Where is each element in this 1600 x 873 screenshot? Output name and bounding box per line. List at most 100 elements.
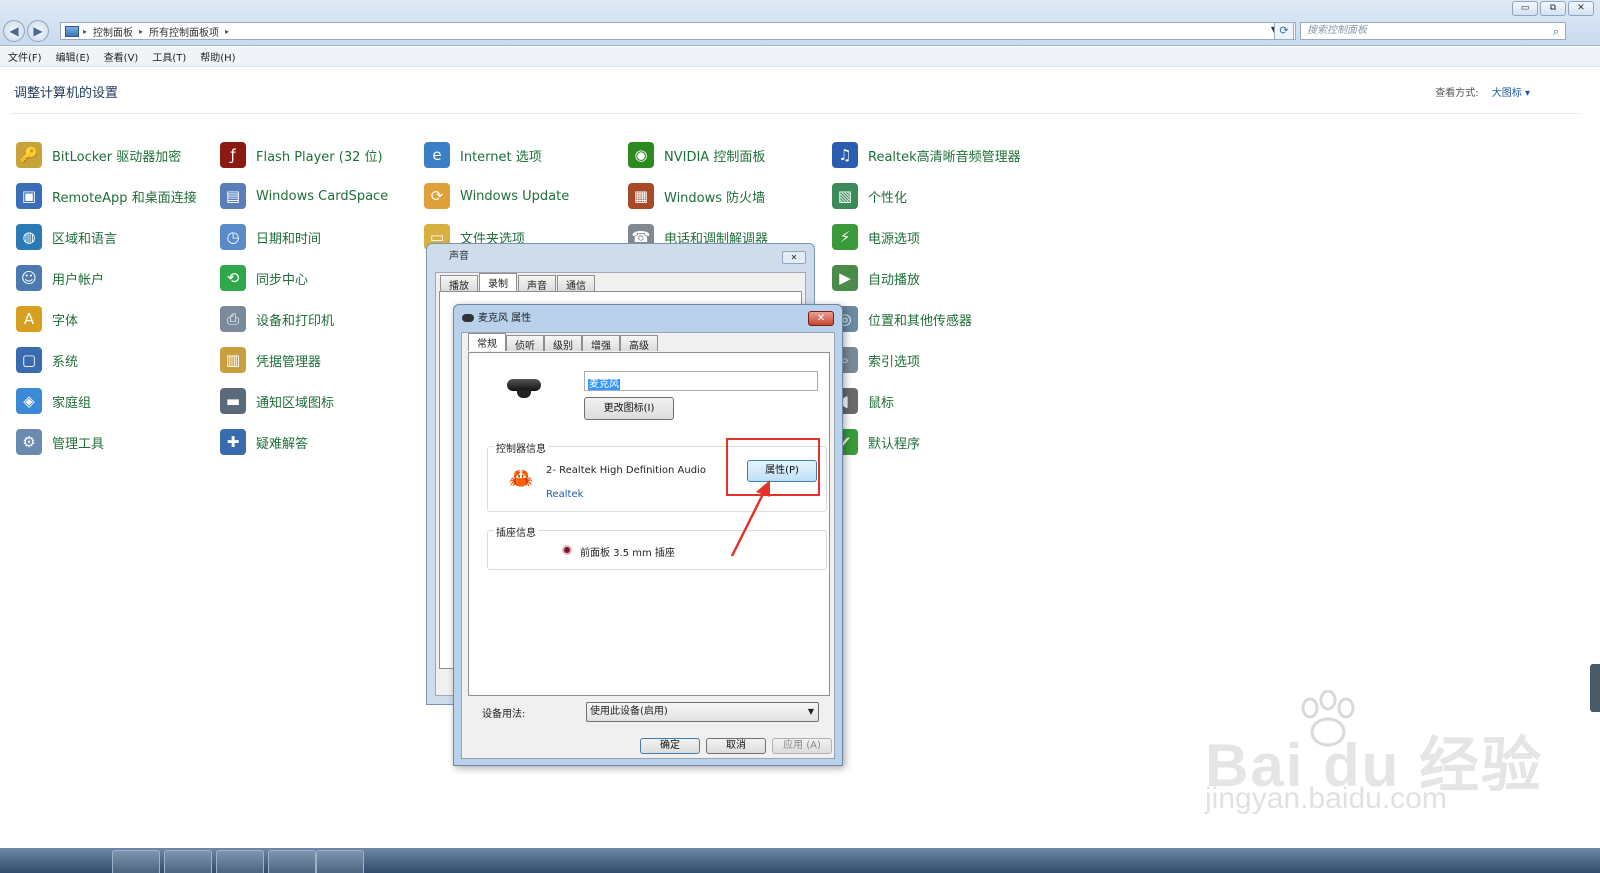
controller-vendor-link[interactable]: Realtek: [546, 489, 583, 500]
device-usage-value: 使用此设备(启用): [590, 706, 668, 717]
mic-close-button[interactable]: ✕: [808, 311, 834, 326]
cp-item-power[interactable]: ⚡ 电源选项: [832, 223, 920, 251]
taskbar-ie-icon[interactable]: [112, 850, 160, 873]
admin-tools-icon: ⚙: [16, 429, 42, 455]
tab-advanced[interactable]: 高级: [620, 335, 658, 352]
jack-label: 前面板 3.5 mm 插座: [580, 548, 675, 559]
back-button[interactable]: ◀: [3, 20, 25, 42]
tab-enhancements[interactable]: 增强: [582, 335, 620, 352]
search-input[interactable]: 搜索控制面板 ⌕: [1300, 22, 1566, 40]
cp-item-realtek-audio[interactable]: ♫ Realtek高清晰音频管理器: [832, 141, 1021, 169]
system-icon: ▢: [16, 347, 42, 373]
view-mode-dropdown[interactable]: 大图标 ▾: [1492, 88, 1530, 99]
taskbar-app-icon[interactable]: [216, 850, 264, 873]
cp-item-system[interactable]: ▢ 系统: [16, 346, 78, 374]
cp-item-remoteapp[interactable]: ▣ RemoteApp 和桌面连接: [16, 182, 197, 210]
realtek-audio-icon: ♫: [832, 142, 858, 168]
cp-item-printer[interactable]: ⎙ 设备和打印机: [220, 305, 334, 333]
cp-item-label: 凭据管理器: [256, 354, 322, 370]
cp-item-troubleshoot[interactable]: ✚ 疑难解答: [220, 428, 308, 456]
cp-item-region[interactable]: ◍ 区域和语言: [16, 223, 117, 251]
cardspace-icon: ▤: [220, 183, 246, 209]
device-usage-select[interactable]: 使用此设备(启用) ▼: [586, 702, 819, 722]
cp-item-flash[interactable]: ƒ Flash Player (32 位): [220, 141, 383, 169]
cp-item-label: Windows 防火墙: [664, 190, 766, 206]
cp-item-label: 自动播放: [868, 272, 921, 288]
minimize-button[interactable]: ▭: [1512, 1, 1538, 16]
device-usage-label: 设备用法:: [482, 709, 526, 720]
remoteapp-icon: ▣: [16, 183, 42, 209]
tab-playback[interactable]: 播放: [440, 275, 478, 292]
cp-item-label: RemoteApp 和桌面连接: [52, 190, 197, 206]
cp-item-index[interactable]: ⌕ 索引选项: [832, 346, 920, 374]
cp-item-fonts[interactable]: A 字体: [16, 305, 78, 333]
ok-button[interactable]: 确定: [640, 738, 700, 754]
change-icon-button[interactable]: 更改图标(I): [584, 397, 674, 420]
taskbar-sound-icon[interactable]: [316, 850, 364, 873]
tray-icon: ▬: [220, 388, 246, 414]
cp-item-nvidia[interactable]: ◉ NVIDIA 控制面板: [628, 141, 765, 169]
jack-info-group: 插座信息 前面板 3.5 mm 插座: [487, 524, 827, 570]
cp-item-label: Windows CardSpace: [256, 188, 389, 204]
view-mode: 查看方式: 大图标 ▾: [1435, 84, 1530, 99]
cp-item-firewall[interactable]: ▦ Windows 防火墙: [628, 182, 765, 210]
tab-communications[interactable]: 通信: [557, 275, 595, 292]
cp-item-label: NVIDIA 控制面板: [664, 149, 766, 165]
cp-item-autoplay[interactable]: ▶ 自动播放: [832, 264, 920, 292]
cp-item-homegroup[interactable]: ◈ 家庭组: [16, 387, 91, 415]
cancel-button[interactable]: 取消: [706, 738, 766, 754]
sound-dialog-title: 声音: [449, 251, 469, 262]
breadcrumb-control-panel[interactable]: 控制面板: [93, 24, 133, 39]
fonts-icon: A: [16, 306, 42, 332]
windows-update-icon: ⟳: [424, 183, 450, 209]
device-name-field[interactable]: 麦克风: [584, 371, 818, 391]
restore-button[interactable]: ⧉: [1540, 1, 1566, 16]
cp-item-internet[interactable]: e Internet 选项: [424, 141, 542, 169]
cp-item-admin-tools[interactable]: ⚙ 管理工具: [16, 428, 104, 456]
cp-item-credential[interactable]: ▥ 凭据管理器: [220, 346, 321, 374]
cp-item-windows-update[interactable]: ⟳ Windows Update: [424, 182, 569, 210]
address-bar[interactable]: ▸ 控制面板 ▸ 所有控制面板项 ▸ ▼: [60, 22, 1296, 40]
cp-item-label: Flash Player (32 位): [256, 149, 383, 165]
cp-item-label: 鼠标: [868, 395, 895, 411]
cp-item-datetime[interactable]: ◷ 日期和时间: [220, 223, 321, 251]
side-scroll-handle[interactable]: [1590, 664, 1600, 712]
cp-item-label: 索引选项: [868, 354, 921, 370]
search-placeholder: 搜索控制面板: [1307, 25, 1367, 36]
homegroup-icon: ◈: [16, 388, 42, 414]
forward-button[interactable]: ▶: [27, 20, 49, 42]
tab-levels[interactable]: 级别: [544, 335, 582, 352]
divider: [10, 113, 1580, 114]
internet-icon: e: [424, 142, 450, 168]
cp-item-sensor[interactable]: ◎ 位置和其他传感器: [832, 305, 972, 333]
tab-general[interactable]: 常规: [468, 333, 506, 351]
close-button[interactable]: ✕: [1568, 1, 1594, 16]
tab-listen[interactable]: 侦听: [506, 335, 544, 352]
cp-item-user-accounts[interactable]: ☺ 用户帐户: [16, 264, 104, 292]
cp-item-cardspace[interactable]: ▤ Windows CardSpace: [220, 182, 388, 210]
menu-file[interactable]: 文件(F): [8, 49, 42, 64]
cp-item-personalize[interactable]: ▧ 个性化: [832, 182, 907, 210]
menu-edit[interactable]: 编辑(E): [56, 49, 90, 64]
tab-recording[interactable]: 录制: [479, 273, 517, 291]
menu-view[interactable]: 查看(V): [104, 49, 139, 64]
search-icon[interactable]: ⌕: [1553, 24, 1559, 40]
bitlocker-icon: 🔑: [16, 142, 42, 168]
sound-close-button[interactable]: ✕: [782, 251, 806, 264]
breadcrumb-all-items[interactable]: 所有控制面板项: [149, 24, 219, 39]
refresh-icon[interactable]: ⟳: [1274, 22, 1294, 40]
cp-item-tray[interactable]: ▬ 通知区域图标: [220, 387, 334, 415]
mic-dialog-title: 麦克风 属性: [478, 313, 532, 324]
apply-button[interactable]: 应用 (A): [772, 738, 832, 754]
menu-tools[interactable]: 工具(T): [152, 49, 186, 64]
tab-sounds[interactable]: 声音: [518, 275, 556, 292]
menu-help[interactable]: 帮助(H): [200, 49, 235, 64]
cp-item-default-programs[interactable]: ✔ 默认程序: [832, 428, 920, 456]
taskbar-explorer-icon[interactable]: [164, 850, 212, 873]
jack-info-legend: 插座信息: [494, 524, 538, 539]
cp-item-label: 个性化: [868, 190, 908, 206]
taskbar-controlpanel-icon[interactable]: [268, 850, 316, 873]
cp-item-bitlocker[interactable]: 🔑 BitLocker 驱动器加密: [16, 141, 181, 169]
cp-item-sync[interactable]: ⟲ 同步中心: [220, 264, 308, 292]
cp-item-label: 位置和其他传感器: [868, 313, 973, 329]
